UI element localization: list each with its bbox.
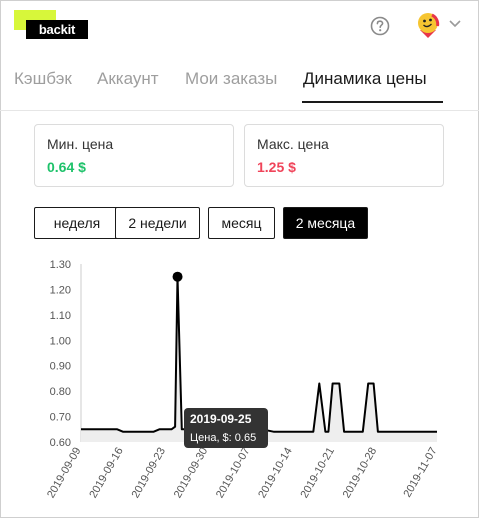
max-price-value: 1.25 $ <box>257 159 296 175</box>
y-tick-label: 0.60 <box>50 437 71 449</box>
max-price-card: Макс. цена 1.25 $ <box>244 124 444 187</box>
question-circle-icon[interactable] <box>370 16 390 36</box>
x-tick-label: 2019-11-07 <box>401 446 439 500</box>
min-price-card: Мин. цена 0.64 $ <box>34 124 234 187</box>
period-week-button[interactable]: неделя <box>34 207 120 239</box>
tabs-divider <box>0 110 479 111</box>
y-tick-label: 1.10 <box>50 310 71 322</box>
header: backit <box>0 0 479 56</box>
x-tick-label: 2019-09-30 <box>172 446 211 501</box>
tooltip-date: 2019-09-25 <box>190 412 252 426</box>
max-price-label: Макс. цена <box>257 136 329 152</box>
period-2-months-button[interactable]: 2 месяца <box>283 207 368 239</box>
tab-bar: Кэшбэк Аккаунт Мои заказы Динамика цены <box>0 66 479 106</box>
user-avatar-icon[interactable] <box>414 10 442 40</box>
x-tick-label: 2019-10-14 <box>256 446 295 501</box>
tooltip: 2019-09-25 Цена, $: 0.65 <box>184 408 268 448</box>
price-chart[interactable]: 1.30 1.20 1.10 1.00 0.90 0.80 0.70 0.60 2019-09… <box>0 250 479 518</box>
logo-text: backit <box>26 20 88 39</box>
y-tick-label: 1.00 <box>50 335 71 347</box>
y-axis: 1.30 1.20 1.10 1.00 0.90 0.80 0.70 0.60 <box>50 259 82 449</box>
x-tick-label: 2019-10-28 <box>341 446 380 501</box>
active-tab-indicator <box>302 101 443 103</box>
x-tick-label: 2019-09-23 <box>130 446 169 501</box>
min-price-value: 0.64 $ <box>47 159 86 175</box>
tab-cashback[interactable]: Кэшбэк <box>14 66 72 102</box>
y-tick-label: 0.80 <box>50 386 71 398</box>
chevron-down-icon[interactable] <box>448 19 462 29</box>
tab-account[interactable]: Аккаунт <box>97 66 159 102</box>
x-tick-label: 2019-09-16 <box>87 446 126 501</box>
period-2-weeks-button[interactable]: 2 недели <box>115 207 200 239</box>
x-tick-label: 2019-10-21 <box>298 446 337 501</box>
x-tick-label: 2019-09-09 <box>45 446 84 501</box>
logo[interactable]: backit <box>14 10 88 40</box>
y-tick-label: 0.90 <box>50 361 71 373</box>
highlight-point[interactable] <box>172 271 183 282</box>
x-axis: 2019-09-09 2019-09-16 2019-09-23 2019-09-30… <box>45 446 440 501</box>
x-tick-label: 2019-10-07 <box>214 446 253 501</box>
y-tick-label: 1.30 <box>50 259 71 271</box>
y-tick-label: 0.70 <box>50 412 71 424</box>
tab-my-orders[interactable]: Мои заказы <box>185 66 277 102</box>
y-tick-label: 1.20 <box>50 284 71 296</box>
tab-price-dynamics[interactable]: Динамика цены <box>303 66 427 102</box>
period-month-button[interactable]: месяц <box>208 207 275 239</box>
min-price-label: Мин. цена <box>47 136 114 152</box>
tooltip-value: Цена, $: 0.65 <box>190 432 256 444</box>
